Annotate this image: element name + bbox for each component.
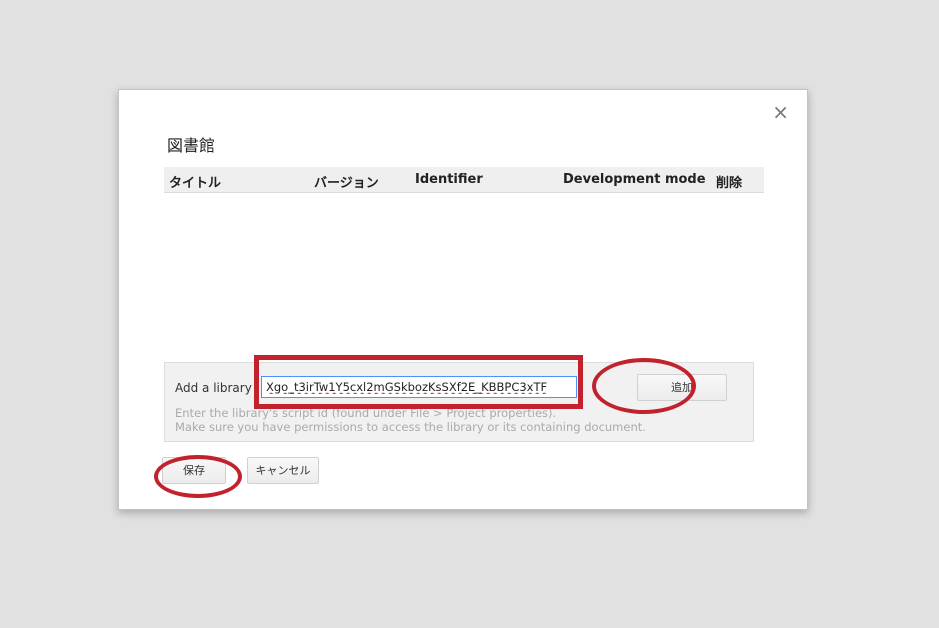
libraries-dialog: × 図書館 タイトル バージョン Identifier Development … [118, 89, 808, 510]
script-id-input[interactable] [261, 376, 577, 398]
column-header-identifier: Identifier [415, 172, 483, 187]
column-header-delete: 削除 [716, 176, 743, 191]
help-text-line-1: Enter the library's script id (found und… [175, 406, 557, 420]
add-library-panel: Add a library 追加 Enter the library's scr… [164, 362, 754, 442]
help-text-line-2: Make sure you have permissions to access… [175, 420, 646, 434]
screen-background: × 図書館 タイトル バージョン Identifier Development … [0, 0, 939, 628]
cancel-button[interactable]: キャンセル [247, 457, 319, 484]
column-header-development-mode: Development mode [563, 172, 706, 187]
close-icon[interactable]: × [772, 102, 789, 122]
libraries-table-header: タイトル バージョン Identifier Development mode 削… [164, 167, 764, 193]
add-library-help: Enter the library's script id (found und… [175, 406, 646, 434]
column-header-version: バージョン [314, 176, 379, 191]
add-library-label: Add a library [175, 381, 252, 395]
column-header-title: タイトル [169, 176, 222, 191]
save-button[interactable]: 保存 [162, 457, 226, 484]
add-library-button[interactable]: 追加 [637, 374, 727, 401]
dialog-title: 図書館 [167, 136, 216, 155]
